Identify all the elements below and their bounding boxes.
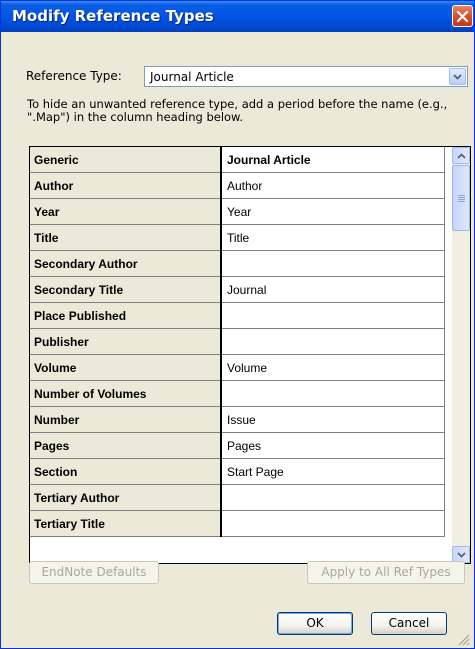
field-row: Secondary Title Journal (30, 276, 445, 303)
field-name-cell: Publisher (30, 328, 222, 355)
scroll-thumb[interactable] (452, 165, 470, 231)
resize-grip-icon[interactable] (456, 632, 470, 646)
field-name-cell: Place Published (30, 302, 222, 329)
field-name-cell: Author (30, 172, 222, 199)
field-value-cell[interactable] (220, 380, 445, 407)
chevron-up-icon (457, 153, 466, 159)
window-title: Modify Reference Types (12, 7, 214, 25)
vertical-scrollbar[interactable] (452, 147, 470, 563)
field-row: Place Published (30, 302, 445, 329)
field-value-cell[interactable]: Title (220, 224, 445, 251)
grip-line (458, 201, 465, 202)
field-value-cell[interactable] (220, 302, 445, 329)
field-value-cell[interactable]: Issue (220, 406, 445, 433)
apply-to-all-button[interactable]: Apply to All Ref Types (307, 561, 465, 584)
scroll-up-button[interactable] (452, 147, 470, 164)
dialog-body: Reference Type: Journal Article To hide … (5, 32, 471, 644)
cancel-button[interactable]: Cancel (371, 612, 447, 635)
field-row: Tertiary Author (30, 484, 445, 511)
grip-line (458, 197, 465, 198)
field-row: Year Year (30, 198, 445, 225)
field-value-cell[interactable] (220, 484, 445, 511)
field-grid: Generic Journal Article Author Author Year Ye… (29, 146, 471, 564)
field-name-cell: Number of Volumes (30, 380, 222, 407)
dropdown-arrow-button[interactable] (449, 68, 466, 85)
field-name-cell: Secondary Title (30, 276, 222, 303)
field-value-cell[interactable]: Pages (220, 432, 445, 459)
field-value-cell[interactable] (220, 250, 445, 277)
chevron-down-icon (453, 74, 462, 80)
generic-header-cell: Generic (30, 147, 222, 173)
field-row: Tertiary Title (30, 510, 445, 537)
field-value-cell[interactable]: Volume (220, 354, 445, 381)
grip-line (458, 199, 465, 200)
title-bar[interactable]: Modify Reference Types (1, 1, 474, 32)
field-name-cell: Tertiary Title (30, 510, 222, 537)
field-name-cell: Pages (30, 432, 222, 459)
ok-button[interactable]: OK (277, 612, 353, 635)
field-row: Secondary Author (30, 250, 445, 277)
field-row: Author Author (30, 172, 445, 199)
endnote-defaults-button[interactable]: EndNote Defaults (29, 561, 159, 584)
field-row: Publisher (30, 328, 445, 355)
field-name-cell: Volume (30, 354, 222, 381)
reference-type-dropdown[interactable]: Journal Article (144, 66, 468, 87)
field-name-cell: Secondary Author (30, 250, 222, 277)
field-value-cell[interactable]: Author (220, 172, 445, 199)
field-name-cell: Number (30, 406, 222, 433)
field-value-cell[interactable]: Year (220, 198, 445, 225)
close-icon (456, 10, 469, 23)
field-row: Pages Pages (30, 432, 445, 459)
instruction-text: To hide an unwanted reference type, add … (27, 97, 448, 124)
field-value-cell[interactable] (220, 328, 445, 355)
grip-line (458, 195, 465, 196)
field-value-cell[interactable]: Journal (220, 276, 445, 303)
modify-reference-types-dialog: Modify Reference Types Reference Type: J… (0, 0, 475, 649)
field-row: Title Title (30, 224, 445, 251)
reference-type-label: Reference Type: (26, 69, 122, 83)
field-row: Section Start Page (30, 458, 445, 485)
field-name-cell: Section (30, 458, 222, 485)
field-row: Generic Journal Article (30, 147, 445, 173)
close-button[interactable] (452, 5, 473, 27)
field-row: Number of Volumes (30, 380, 445, 407)
reference-type-value: Journal Article (150, 70, 234, 84)
field-row: Number Issue (30, 406, 445, 433)
field-row: Volume Volume (30, 354, 445, 381)
field-value-cell[interactable] (220, 510, 445, 537)
reference-type-header-cell[interactable]: Journal Article (220, 147, 445, 173)
field-name-cell: Title (30, 224, 222, 251)
field-table: Generic Journal Article Author Author Year Ye… (30, 147, 445, 537)
field-value-cell[interactable]: Start Page (220, 458, 445, 485)
field-name-cell: Tertiary Author (30, 484, 222, 511)
chevron-down-icon (457, 552, 466, 558)
field-name-cell: Year (30, 198, 222, 225)
